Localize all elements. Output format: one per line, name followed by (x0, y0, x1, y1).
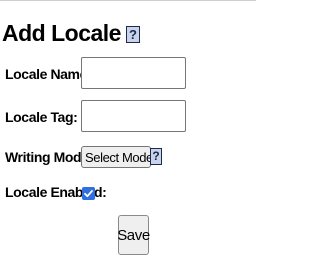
save-button[interactable]: Save (117, 215, 150, 255)
top-divider (0, 0, 256, 1)
writing-mode-help-icon[interactable]: ? (150, 148, 162, 165)
checkmark-icon (84, 190, 93, 198)
writing-mode-selected-value: Select Mode (85, 149, 153, 165)
locale-name-input[interactable] (81, 57, 186, 89)
locale-name-label: Locale Name: (5, 66, 92, 82)
locale-enabled-checkbox[interactable] (82, 187, 95, 200)
locale-tag-input[interactable] (81, 100, 186, 132)
locale-tag-label: Locale Tag: (5, 109, 78, 125)
help-icon[interactable]: ? (125, 26, 140, 43)
add-locale-page: Add Locale ? Locale Name: Locale Tag: Wr… (0, 0, 256, 256)
writing-mode-select[interactable]: Select Mode ▼ (81, 146, 164, 168)
title-row: Add Locale ? (2, 18, 140, 48)
writing-mode-label: Writing Mode: (5, 149, 93, 165)
page-title: Add Locale (2, 20, 121, 46)
